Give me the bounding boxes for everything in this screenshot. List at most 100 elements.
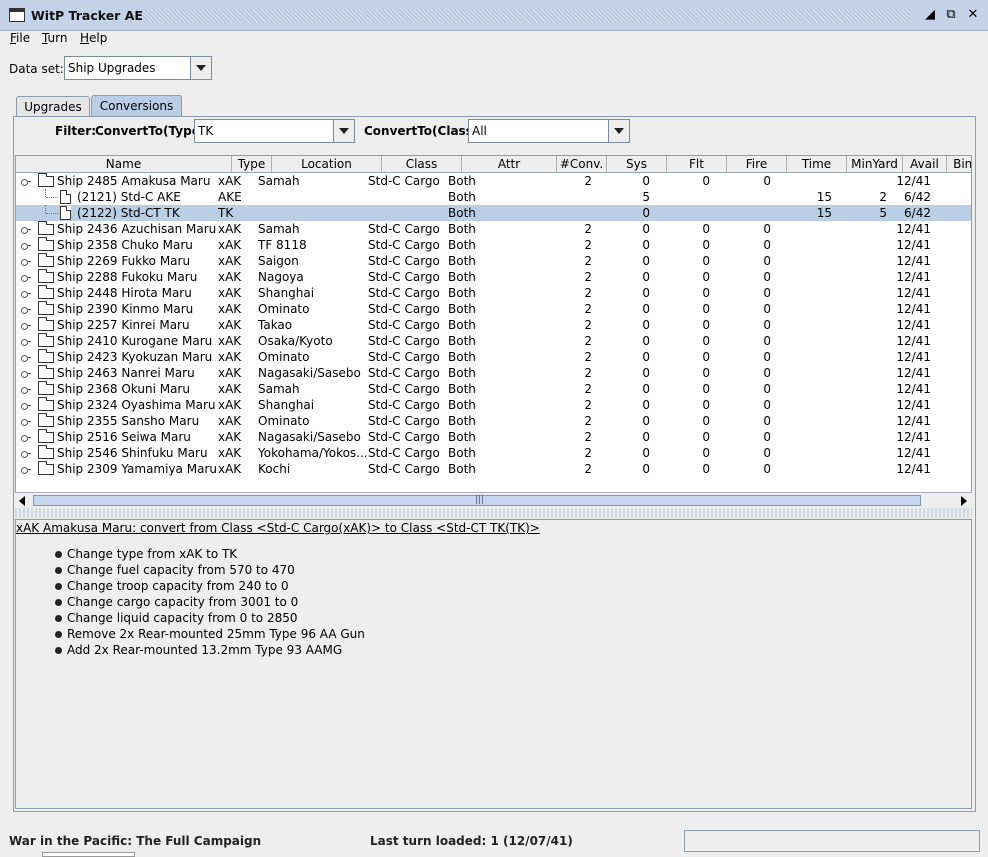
column-header-minyard[interactable]: MinYard bbox=[847, 156, 903, 173]
table-row[interactable]: Ship 2288 Fukoku Maru xAK Nagoya Std-C Carg… bbox=[16, 269, 971, 285]
conversions-table[interactable]: Name Type Location Class Attr #Conv. Sys Flt Fir… bbox=[15, 155, 972, 507]
table-row[interactable]: Ship 2448 Hirota Maru xAK Shanghai Std-C Ca… bbox=[16, 285, 971, 301]
column-header-time[interactable]: Time bbox=[787, 156, 847, 173]
table-row[interactable]: Ship 2355 Sansho Maru xAK Ominato Std-C Car… bbox=[16, 413, 971, 429]
chevron-down-icon[interactable] bbox=[190, 57, 211, 79]
document-icon bbox=[60, 190, 71, 204]
cell-minyard bbox=[847, 397, 887, 413]
cell-attr: Both bbox=[448, 286, 476, 300]
cell-bind bbox=[947, 317, 971, 333]
tree-expand-icon[interactable] bbox=[21, 417, 31, 426]
tree-expand-icon[interactable] bbox=[21, 369, 31, 378]
cell-flt: 0 bbox=[702, 462, 710, 476]
cell-location: Kochi bbox=[258, 462, 291, 476]
table-row[interactable]: Ship 2324 Oyashima Maru xAK Shanghai Std-C … bbox=[16, 397, 971, 413]
column-header-name[interactable]: Name bbox=[16, 156, 232, 173]
cell-flt: 0 bbox=[702, 254, 710, 268]
cell-time bbox=[787, 269, 832, 285]
tree-expand-icon[interactable] bbox=[21, 225, 31, 234]
column-header-flt[interactable]: Flt bbox=[667, 156, 727, 173]
scroll-left-icon[interactable] bbox=[19, 496, 25, 506]
cell-fire: 0 bbox=[763, 238, 771, 252]
table-row[interactable]: Ship 2546 Shinfuku Maru xAK Yokohama/Yokos… bbox=[16, 445, 971, 461]
table-child-row[interactable]: (2122) Std-CT TK TK Both 0 15 5 6/42 bbox=[16, 205, 971, 221]
table-row[interactable]: Ship 2358 Chuko Maru xAK TF 8118 Std-C Carg… bbox=[16, 237, 971, 253]
tree-collapse-icon[interactable] bbox=[21, 177, 31, 186]
maximize-icon[interactable]: ⧉ bbox=[942, 7, 960, 24]
column-header-fire[interactable]: Fire bbox=[727, 156, 787, 173]
app-window-icon bbox=[9, 8, 25, 22]
table-row[interactable]: Ship 2390 Kinmo Maru xAK Ominato Std-C Carg… bbox=[16, 301, 971, 317]
split-pane-divider[interactable] bbox=[15, 508, 972, 518]
chevron-down-icon[interactable] bbox=[333, 120, 354, 142]
cell-avail: 12/41 bbox=[896, 446, 931, 460]
table-row[interactable]: Ship 2269 Fukko Maru xAK Saigon Std-C Cargo… bbox=[16, 253, 971, 269]
cell-location: Ominato bbox=[258, 414, 310, 428]
change-text: Change liquid capacity from 0 to 2850 bbox=[67, 611, 298, 625]
table-row[interactable]: Ship 2368 Okuni Maru xAK Samah Std-C Cargo B… bbox=[16, 381, 971, 397]
title-bar[interactable] bbox=[0, 0, 988, 31]
status-campaign: War in the Pacific: The Full Campaign bbox=[9, 834, 262, 848]
tree-expand-icon[interactable] bbox=[21, 241, 31, 250]
table-row[interactable]: Ship 2257 Kinrei Maru xAK Takao Std-C Cargo… bbox=[16, 317, 971, 333]
cell-time bbox=[787, 221, 832, 237]
table-row[interactable]: Ship 2516 Seiwa Maru xAK Nagasaki/Sasebo St… bbox=[16, 429, 971, 445]
table-row[interactable]: Ship 2410 Kurogane Maru xAK Osaka/Kyoto Std… bbox=[16, 333, 971, 349]
tab-upgrades[interactable]: Upgrades bbox=[16, 96, 90, 117]
menu-turn[interactable]: Turn bbox=[42, 31, 67, 45]
table-child-row[interactable]: (2121) Std-C AKE AKE Both 5 15 2 6/42 bbox=[16, 189, 971, 205]
ship-name: Ship 2423 Kyokuzan Maru bbox=[57, 350, 213, 364]
column-header-type[interactable]: Type bbox=[232, 156, 272, 173]
cell-minyard: 5 bbox=[879, 206, 887, 220]
tree-connector-line bbox=[46, 197, 58, 198]
tree-expand-icon[interactable] bbox=[21, 273, 31, 282]
table-row[interactable]: Ship 2436 Azuchisan Maru xAK Samah Std-C Ca… bbox=[16, 221, 971, 237]
chevron-down-icon[interactable] bbox=[608, 120, 629, 142]
column-header-conv[interactable]: #Conv. bbox=[557, 156, 607, 173]
tree-expand-icon[interactable] bbox=[21, 305, 31, 314]
column-header-class[interactable]: Class bbox=[382, 156, 462, 173]
cell-flt: 0 bbox=[702, 334, 710, 348]
convert-type-label: ConvertTo(Type): bbox=[95, 124, 211, 138]
table-row[interactable]: Ship 2309 Yamamiya Maru xAK Kochi Std-C Car… bbox=[16, 461, 971, 477]
column-header-location[interactable]: Location bbox=[272, 156, 382, 173]
cell-minyard bbox=[847, 173, 887, 189]
tree-expand-icon[interactable] bbox=[21, 337, 31, 346]
cell-flt: 0 bbox=[702, 430, 710, 444]
tree-expand-icon[interactable] bbox=[21, 321, 31, 330]
cell-fire: 0 bbox=[763, 462, 771, 476]
cell-attr: Both bbox=[448, 190, 476, 204]
tree-expand-icon[interactable] bbox=[21, 449, 31, 458]
cell-sys: 0 bbox=[642, 222, 650, 236]
close-icon[interactable]: ✕ bbox=[964, 7, 982, 24]
menu-file[interactable]: File bbox=[10, 31, 30, 45]
tree-expand-icon[interactable] bbox=[21, 353, 31, 362]
cell-sys: 5 bbox=[642, 190, 650, 204]
dataset-select[interactable]: Ship Upgrades bbox=[64, 56, 212, 80]
tree-expand-icon[interactable] bbox=[21, 465, 31, 474]
table-row[interactable]: Ship 2423 Kyokuzan Maru xAK Ominato Std-C C… bbox=[16, 349, 971, 365]
menu-help[interactable]: Help bbox=[80, 31, 107, 45]
column-header-sys[interactable]: Sys bbox=[607, 156, 667, 173]
tree-expand-icon[interactable] bbox=[21, 257, 31, 266]
cell-location: Ominato bbox=[258, 302, 310, 316]
horizontal-scrollbar[interactable]: ||| bbox=[15, 492, 972, 507]
column-header-attr[interactable]: Attr bbox=[462, 156, 557, 173]
convert-type-select[interactable]: TK bbox=[194, 119, 355, 143]
column-header-avail[interactable]: Avail bbox=[903, 156, 947, 173]
tree-expand-icon[interactable] bbox=[21, 401, 31, 410]
cell-conv: 2 bbox=[584, 414, 592, 428]
tree-expand-icon[interactable] bbox=[21, 385, 31, 394]
tree-expand-icon[interactable] bbox=[21, 289, 31, 298]
cell-type: xAK bbox=[218, 222, 242, 236]
table-row[interactable]: Ship 2463 Nanrei Maru xAK Nagasaki/Sasebo S… bbox=[16, 365, 971, 381]
table-row[interactable]: Ship 2485 Amakusa Maru xAK Samah Std-C Carg… bbox=[16, 173, 971, 189]
cell-sys: 0 bbox=[642, 382, 650, 396]
tree-expand-icon[interactable] bbox=[21, 433, 31, 442]
minimize-icon[interactable]: ◢ bbox=[921, 7, 939, 24]
column-header-bind[interactable]: Bind bbox=[947, 156, 971, 173]
convert-class-select[interactable]: All bbox=[468, 119, 630, 143]
tab-conversions[interactable]: Conversions bbox=[91, 95, 182, 117]
cell-bind bbox=[947, 349, 971, 365]
scroll-right-icon[interactable] bbox=[961, 496, 967, 506]
